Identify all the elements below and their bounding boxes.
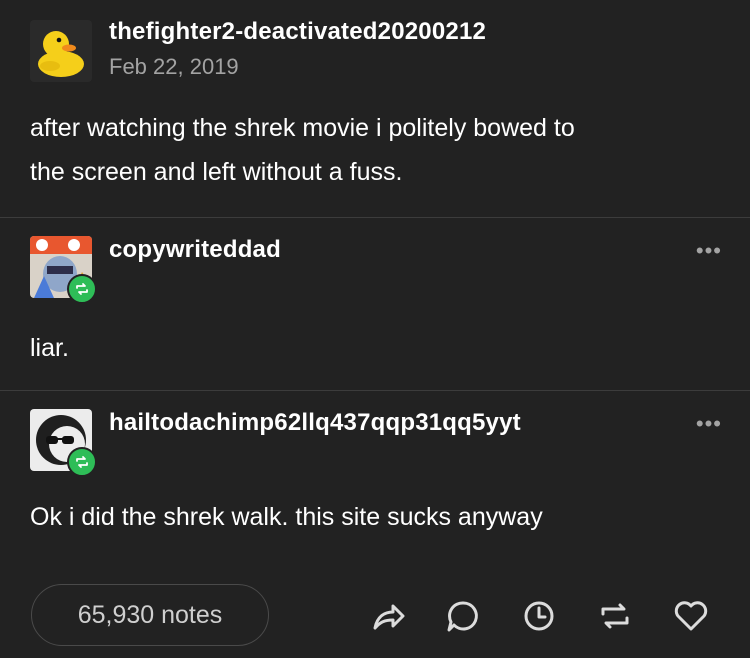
post-actions (0, 594, 750, 638)
history-icon[interactable] (517, 594, 561, 638)
more-options-icon[interactable]: ••• (696, 238, 722, 264)
reblog-badge (67, 447, 97, 477)
reply-icon[interactable] (441, 594, 485, 638)
reblog-author[interactable]: hailtodachimp62llq437qqp31qq5yyt (109, 409, 521, 437)
avatar-rubber-duck[interactable] (30, 20, 92, 82)
more-options-icon[interactable]: ••• (696, 411, 722, 437)
reblog-badge-icon (76, 456, 88, 468)
divider (0, 217, 750, 218)
divider (0, 390, 750, 391)
share-icon[interactable] (366, 594, 410, 638)
post-date[interactable]: Feb 22, 2019 (109, 54, 239, 80)
like-icon[interactable] (669, 594, 713, 638)
rubber-duck-icon (30, 20, 92, 82)
reblog-icon[interactable] (593, 594, 637, 638)
post-text-line-2: the screen and left without a fuss. (30, 158, 403, 186)
reblog-author[interactable]: copywriteddad (109, 236, 281, 264)
reblog-text: Ok i did the shrek walk. this site sucks… (30, 503, 543, 531)
post-text-line-1: after watching the shrek movie i politel… (30, 114, 575, 142)
post-author[interactable]: thefighter2-deactivated20200212 (109, 18, 486, 46)
reblog-badge-icon (76, 283, 88, 295)
reblog-text: liar. (30, 334, 69, 362)
reblog-badge (67, 274, 97, 304)
